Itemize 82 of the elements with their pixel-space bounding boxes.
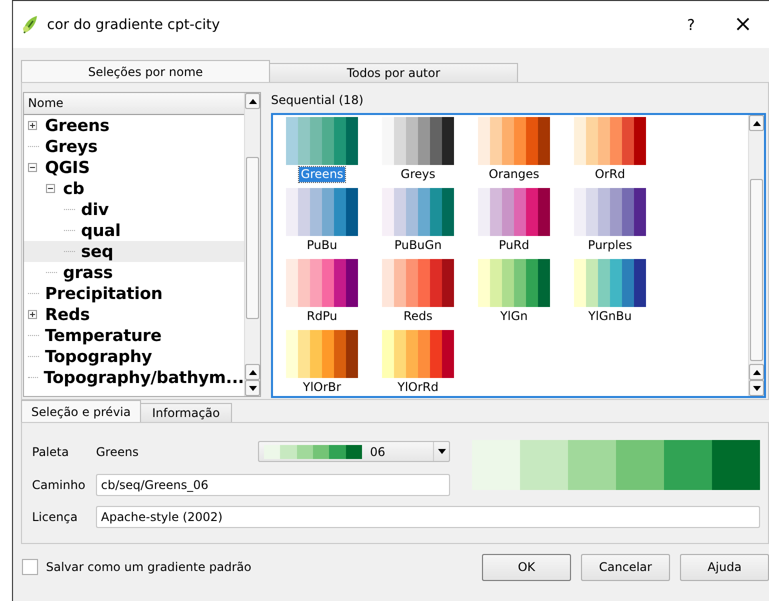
- tree-item[interactable]: Precipitation: [24, 283, 244, 304]
- palette-name[interactable]: PuRd: [496, 238, 532, 253]
- palette-swatch[interactable]: [478, 259, 550, 307]
- palette-swatch[interactable]: [478, 117, 550, 165]
- palette-name[interactable]: PuBuGn: [392, 238, 444, 253]
- tab[interactable]: Todos por autor: [269, 63, 518, 82]
- down-triangle-icon: [752, 386, 760, 390]
- palette-name[interactable]: YlOrRd: [396, 380, 440, 395]
- collapse-icon[interactable]: [28, 163, 37, 172]
- palette-swatch[interactable]: [382, 117, 454, 165]
- window-title: cor do gradiente cpt-city: [47, 16, 220, 32]
- palette-name[interactable]: YlGnBu: [586, 309, 634, 324]
- collapse-icon[interactable]: [46, 184, 55, 193]
- tree-item[interactable]: Greys: [24, 136, 244, 157]
- tree-item[interactable]: cb: [24, 178, 244, 199]
- palette-name[interactable]: YlGn: [498, 309, 530, 324]
- column-header[interactable]: Nome: [24, 93, 244, 115]
- expand-icon[interactable]: [28, 310, 37, 319]
- up-triangle-icon: [248, 370, 256, 374]
- tree-item[interactable]: Topography/bathym...: [24, 367, 244, 388]
- palette-swatch[interactable]: [286, 188, 358, 236]
- palette-swatch[interactable]: [286, 259, 358, 307]
- close-button[interactable]: ×: [717, 6, 769, 42]
- tab[interactable]: Informação: [140, 403, 232, 422]
- field-label: Licença: [32, 510, 79, 524]
- license-field[interactable]: Apache-style (2002): [96, 506, 760, 528]
- palette-swatch[interactable]: [286, 330, 358, 378]
- tree-item[interactable]: div: [24, 199, 244, 220]
- checkbox[interactable]: [22, 559, 38, 575]
- palette-swatch[interactable]: [382, 330, 454, 378]
- tree-item[interactable]: Greens: [24, 115, 244, 136]
- group-title: Sequential (18): [271, 92, 364, 109]
- up-triangle-icon: [752, 370, 760, 374]
- scroll-up-button[interactable]: [749, 364, 764, 380]
- scroll-up-button[interactable]: [245, 364, 260, 380]
- tree-item[interactable]: Topography: [24, 346, 244, 367]
- scrollbar-thumb[interactable]: [246, 157, 259, 319]
- up-triangle-icon: [248, 98, 256, 104]
- scroll-down-button[interactable]: [245, 380, 260, 396]
- scroll-up-button[interactable]: [749, 115, 764, 131]
- tree-item[interactable]: Reds: [24, 304, 244, 325]
- tab[interactable]: Seleção e prévia: [21, 400, 141, 422]
- field-label: Paleta: [32, 444, 70, 458]
- palette-name[interactable]: Purples: [586, 238, 634, 253]
- leaf-icon: [21, 14, 39, 34]
- help-button[interactable]: ?: [665, 6, 717, 42]
- palette-swatch[interactable]: [382, 259, 454, 307]
- scrollbar-thumb[interactable]: [750, 179, 763, 361]
- palette-name[interactable]: Reds: [401, 309, 435, 324]
- palette-name[interactable]: OrRd: [592, 167, 628, 182]
- tree-item[interactable]: grass: [24, 262, 244, 283]
- down-triangle-icon: [438, 449, 446, 454]
- field-label: Caminho: [32, 478, 86, 492]
- checkbox-label[interactable]: Salvar como um gradiente padrão: [46, 560, 252, 574]
- variant-dropdown[interactable]: 06: [258, 441, 450, 462]
- palette-name[interactable]: Oranges: [486, 167, 542, 182]
- expand-icon[interactable]: [28, 121, 37, 130]
- palette-swatch[interactable]: [478, 188, 550, 236]
- tree-item[interactable]: QGIS: [24, 157, 244, 178]
- tree-item[interactable]: seq: [24, 241, 244, 262]
- palette-swatch[interactable]: [574, 117, 646, 165]
- palette-name[interactable]: YlOrBr: [300, 380, 344, 395]
- dialog-button[interactable]: Ajuda: [680, 554, 769, 580]
- scroll-down-button[interactable]: [749, 380, 764, 396]
- palette-name[interactable]: Greys: [398, 167, 438, 182]
- palette-name[interactable]: Greens: [298, 167, 346, 182]
- down-triangle-icon: [248, 386, 256, 390]
- tree-item[interactable]: qual: [24, 220, 244, 241]
- tree-item[interactable]: Temperature: [24, 325, 244, 346]
- tab[interactable]: Seleções por nome: [21, 60, 270, 82]
- up-triangle-icon: [752, 120, 760, 126]
- palette-swatch[interactable]: [574, 259, 646, 307]
- dialog-button[interactable]: Cancelar: [581, 554, 670, 580]
- scroll-up-button[interactable]: [245, 93, 260, 109]
- palette-swatch[interactable]: [382, 188, 454, 236]
- palette-swatch[interactable]: [574, 188, 646, 236]
- dialog-button[interactable]: OK: [482, 554, 571, 580]
- palette-name[interactable]: RdPu: [304, 309, 340, 324]
- palette-name: Greens: [96, 444, 140, 458]
- palette-swatch[interactable]: [286, 117, 358, 165]
- palette-name[interactable]: PuBu: [304, 238, 340, 253]
- path-field[interactable]: cb/seq/Greens_06: [96, 474, 450, 496]
